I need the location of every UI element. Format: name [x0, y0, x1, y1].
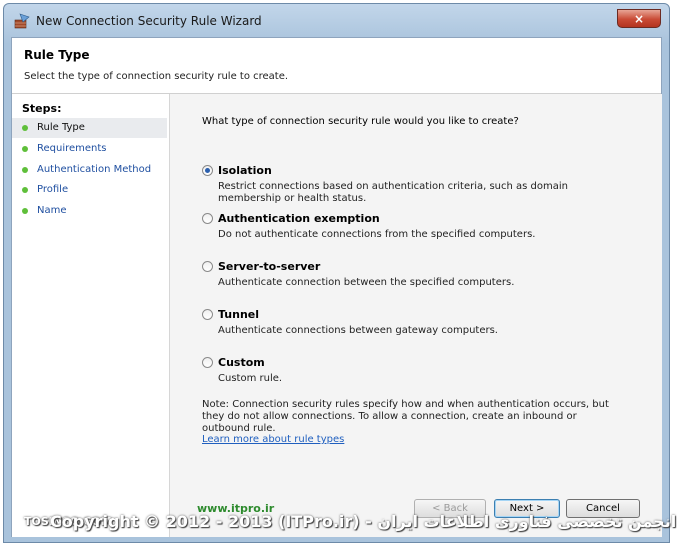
option-description: Restrict connections based on authentica…: [218, 181, 568, 204]
firewall-wizard-icon: [14, 13, 30, 29]
step-label: Authentication Method: [37, 164, 152, 175]
option-description: Authenticate connection between the spec…: [218, 277, 515, 288]
option-label[interactable]: Authentication exemption: [218, 212, 380, 225]
page-description: Select the type of connection security r…: [24, 71, 289, 82]
close-icon: ×: [633, 12, 645, 26]
copyright-watermark: TOSINSO.COM Copyright © 2012 - 2013 (ITP…: [0, 511, 677, 535]
steps-panel: Steps: Rule Type Requirements Authentica…: [12, 94, 170, 537]
rule-type-question: What type of connection security rule wo…: [202, 116, 519, 127]
option-label[interactable]: Server-to-server: [218, 260, 320, 273]
option-description: Authenticate connections between gateway…: [218, 325, 498, 336]
wizard-client-area: Rule Type Select the type of connection …: [11, 37, 662, 537]
learn-more-link[interactable]: Learn more about rule types: [202, 434, 344, 445]
option-description: Custom rule.: [218, 373, 283, 384]
step-profile[interactable]: Profile: [12, 180, 167, 200]
step-authentication-method[interactable]: Authentication Method: [12, 160, 167, 180]
step-bullet-icon: [22, 208, 28, 214]
window-title: New Connection Security Rule Wizard: [36, 14, 262, 28]
title-bar[interactable]: New Connection Security Rule Wizard ×: [4, 4, 669, 38]
step-requirements[interactable]: Requirements: [12, 139, 167, 159]
custom-radio[interactable]: [202, 357, 213, 368]
step-bullet-icon: [22, 125, 28, 131]
steps-title: Steps:: [22, 102, 62, 115]
authentication-exemption-radio[interactable]: [202, 213, 213, 224]
tunnel-radio[interactable]: [202, 309, 213, 320]
step-name[interactable]: Name: [12, 201, 167, 221]
option-label[interactable]: Tunnel: [218, 308, 259, 321]
isolation-radio[interactable]: [202, 165, 213, 176]
step-rule-type[interactable]: Rule Type: [12, 118, 167, 138]
server-to-server-radio[interactable]: [202, 261, 213, 272]
step-label: Requirements: [37, 143, 107, 154]
step-label: Profile: [37, 184, 69, 195]
option-label[interactable]: Custom: [218, 356, 265, 369]
note-text: Note: Connection security rules specify …: [202, 399, 609, 434]
option-label[interactable]: Isolation: [218, 164, 272, 177]
option-description: Do not authenticate connections from the…: [218, 229, 536, 240]
step-bullet-icon: [22, 187, 28, 193]
wizard-header: Rule Type Select the type of connection …: [12, 38, 661, 94]
wizard-window: New Connection Security Rule Wizard × Ru…: [3, 3, 670, 543]
step-bullet-icon: [22, 146, 28, 152]
page-title: Rule Type: [24, 48, 90, 62]
step-label: Name: [37, 205, 67, 216]
step-bullet-icon: [22, 167, 28, 173]
step-label: Rule Type: [37, 122, 85, 133]
content-panel: What type of connection security rule wo…: [170, 94, 662, 537]
close-button[interactable]: ×: [617, 9, 661, 28]
copyright-text: Copyright © 2012 - 2013 (ITPro.ir) - انج…: [50, 512, 677, 531]
